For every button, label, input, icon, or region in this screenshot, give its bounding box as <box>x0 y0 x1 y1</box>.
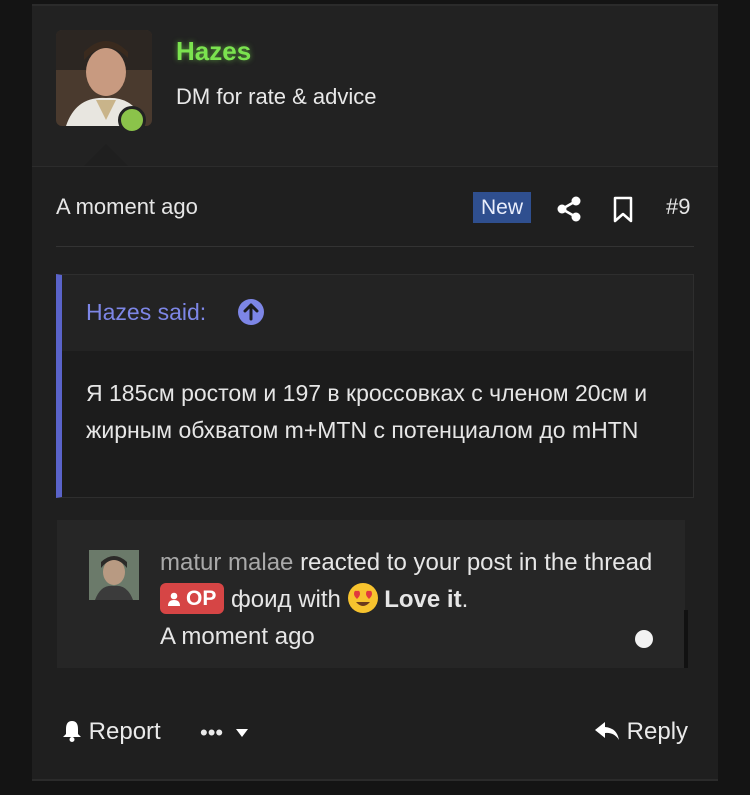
notification-user[interactable]: matur malae <box>160 549 293 576</box>
bell-icon <box>63 721 81 742</box>
post-time[interactable]: A moment ago <box>56 194 198 220</box>
reply-label: Reply <box>626 718 689 745</box>
user-header: Hazes DM for rate & advice <box>32 6 718 167</box>
user-icon <box>168 584 180 606</box>
heart-eyes-emoji <box>347 583 378 613</box>
new-badge: New <box>473 192 532 223</box>
reply-button[interactable]: Reply <box>594 718 688 746</box>
quote-block: Hazes said: Я 185см ростом и 197 в кросс… <box>56 274 694 498</box>
notification-text: matur malae reacted to your post in the … <box>160 544 660 655</box>
thread-title[interactable]: фоид <box>231 586 292 613</box>
quote-text: Я 185см ростом и 197 в кроссовках с член… <box>86 380 648 443</box>
bookmark-icon[interactable] <box>611 196 635 224</box>
quote-attribution[interactable]: Hazes said: <box>86 299 206 326</box>
reaction-name: Love it <box>384 586 462 613</box>
notification-time: A moment ago <box>160 623 315 650</box>
unread-dot[interactable] <box>635 630 653 648</box>
with-text: with <box>298 586 341 613</box>
more-options-button[interactable]: ••• <box>200 720 249 746</box>
online-status-dot <box>118 106 146 134</box>
quote-header: Hazes said: <box>62 275 693 351</box>
user-title: DM for rate & advice <box>176 84 377 109</box>
share-icon[interactable] <box>555 195 583 223</box>
notification-popup[interactable]: matur malae reacted to your post in the … <box>57 520 685 668</box>
chevron-down-icon <box>236 729 249 737</box>
op-label: OP <box>186 587 217 610</box>
more-label: ••• <box>200 720 224 745</box>
notification-message: reacted to your post in the thread <box>300 549 653 576</box>
report-label: Report <box>88 718 161 745</box>
notification-avatar[interactable] <box>89 550 139 600</box>
header-pointer <box>84 144 128 166</box>
bottom-border <box>32 779 718 781</box>
divider <box>56 246 694 247</box>
op-badge: OP <box>160 583 225 614</box>
arrow-up-circle-icon[interactable] <box>238 299 264 325</box>
reply-icon <box>595 722 619 740</box>
post-number[interactable]: #9 <box>666 194 690 220</box>
username[interactable]: Hazes <box>176 36 251 67</box>
post-card: Hazes DM for rate & advice A moment ago … <box>32 6 718 780</box>
report-button[interactable]: Report <box>62 718 161 746</box>
scrollbar[interactable] <box>684 610 688 668</box>
notification-end: . <box>461 586 469 613</box>
